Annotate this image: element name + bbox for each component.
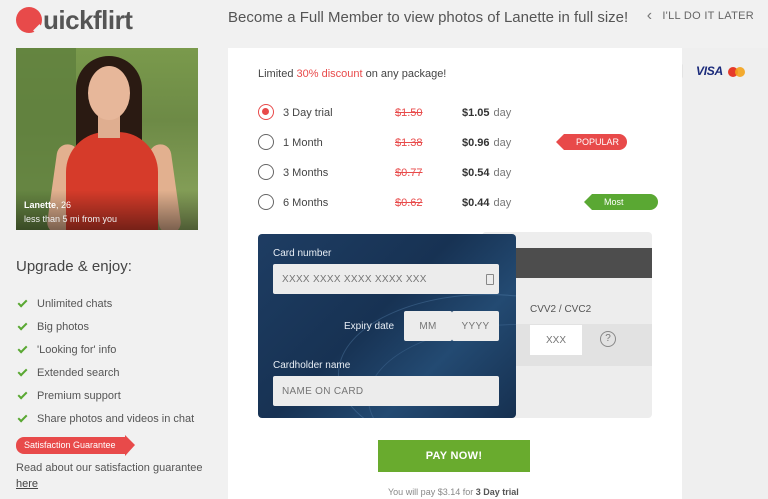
- expiry-year-input[interactable]: [452, 311, 499, 341]
- pay-now-button[interactable]: PAY NOW!: [378, 440, 530, 472]
- check-icon: [17, 412, 28, 422]
- card-front: Card number Expiry date / Cardholder nam…: [258, 234, 516, 418]
- radio-unselected[interactable]: [258, 194, 274, 210]
- profile-name: Lanette, 26: [24, 200, 72, 210]
- profile-distance: less than 5 mi from you: [24, 214, 118, 224]
- feature-item: 'Looking for' info: [17, 338, 194, 361]
- logo-text: uickflirt: [43, 5, 133, 35]
- do-it-later-label: I'LL DO IT LATER: [662, 10, 754, 22]
- radio-unselected[interactable]: [258, 134, 274, 150]
- feature-list: Unlimited chats Big photos 'Looking for'…: [17, 292, 194, 430]
- profile-photo[interactable]: Lanette, 26 less than 5 mi from you: [16, 48, 198, 230]
- upgrade-title: Upgrade & enjoy:: [16, 258, 132, 275]
- guarantee-text: Read about our satisfaction guarantee: [16, 462, 203, 474]
- cvv-input[interactable]: [530, 325, 582, 355]
- check-icon: [17, 343, 28, 353]
- mastercard-icon: [728, 67, 746, 77]
- plan-option-3-day-trial[interactable]: 3 Day trial $1.50 $1.05 day: [258, 100, 658, 124]
- most-savings-tag: Most Savings: [584, 194, 658, 223]
- help-icon[interactable]: ?: [600, 331, 616, 347]
- cardholder-input[interactable]: [273, 376, 499, 406]
- cardholder-label: Cardholder name: [273, 360, 351, 371]
- logo[interactable]: uickflirt: [16, 5, 133, 35]
- payment-methods-strip: [682, 48, 768, 499]
- radio-unselected[interactable]: [258, 164, 274, 180]
- plan-option-1-month[interactable]: 1 Month $1.38 $0.96 day POPULAR: [258, 130, 658, 154]
- plan-option-6-months[interactable]: 6 Months $0.62 $0.44 day Most Savings: [258, 190, 658, 223]
- popular-tag: POPULAR: [555, 134, 628, 150]
- chevron-left-icon: ‹: [646, 7, 653, 24]
- expiry-label: Expiry date: [344, 321, 395, 332]
- feature-item: Premium support: [17, 384, 194, 407]
- guarantee-link[interactable]: here: [16, 478, 38, 490]
- feature-item: Extended search: [17, 361, 194, 384]
- satisfaction-badge: Satisfaction Guarantee: [16, 435, 135, 456]
- check-icon: [17, 389, 28, 399]
- expiry-month-input[interactable]: [404, 311, 452, 341]
- card-icon: [486, 274, 494, 285]
- feature-item: Share photos and videos in chat: [17, 407, 194, 430]
- logo-q-icon: [16, 7, 42, 33]
- check-icon: [17, 320, 28, 330]
- card-number-input[interactable]: [273, 264, 499, 294]
- card-number-label: Card number: [273, 248, 332, 259]
- radio-selected[interactable]: [258, 104, 274, 120]
- cvv-label: CVV2 / CVC2: [530, 304, 592, 315]
- discount-banner: Limited 30% discount on any package!: [258, 68, 447, 80]
- feature-item: Big photos: [17, 315, 194, 338]
- plan-option-3-months[interactable]: 3 Months $0.77 $0.54 day: [258, 160, 658, 184]
- feature-item: Unlimited chats: [17, 292, 194, 315]
- check-icon: [17, 366, 28, 376]
- visa-logo: VISA: [696, 64, 723, 78]
- page-title: Become a Full Member to view photos of L…: [228, 9, 629, 26]
- payment-summary: You will pay $3.14 for 3 Day trial: [388, 487, 519, 497]
- payment-panel: Limited 30% discount on any package! 3 D…: [228, 48, 682, 499]
- do-it-later-link[interactable]: ‹ I'LL DO IT LATER: [646, 7, 754, 24]
- check-icon: [17, 297, 28, 307]
